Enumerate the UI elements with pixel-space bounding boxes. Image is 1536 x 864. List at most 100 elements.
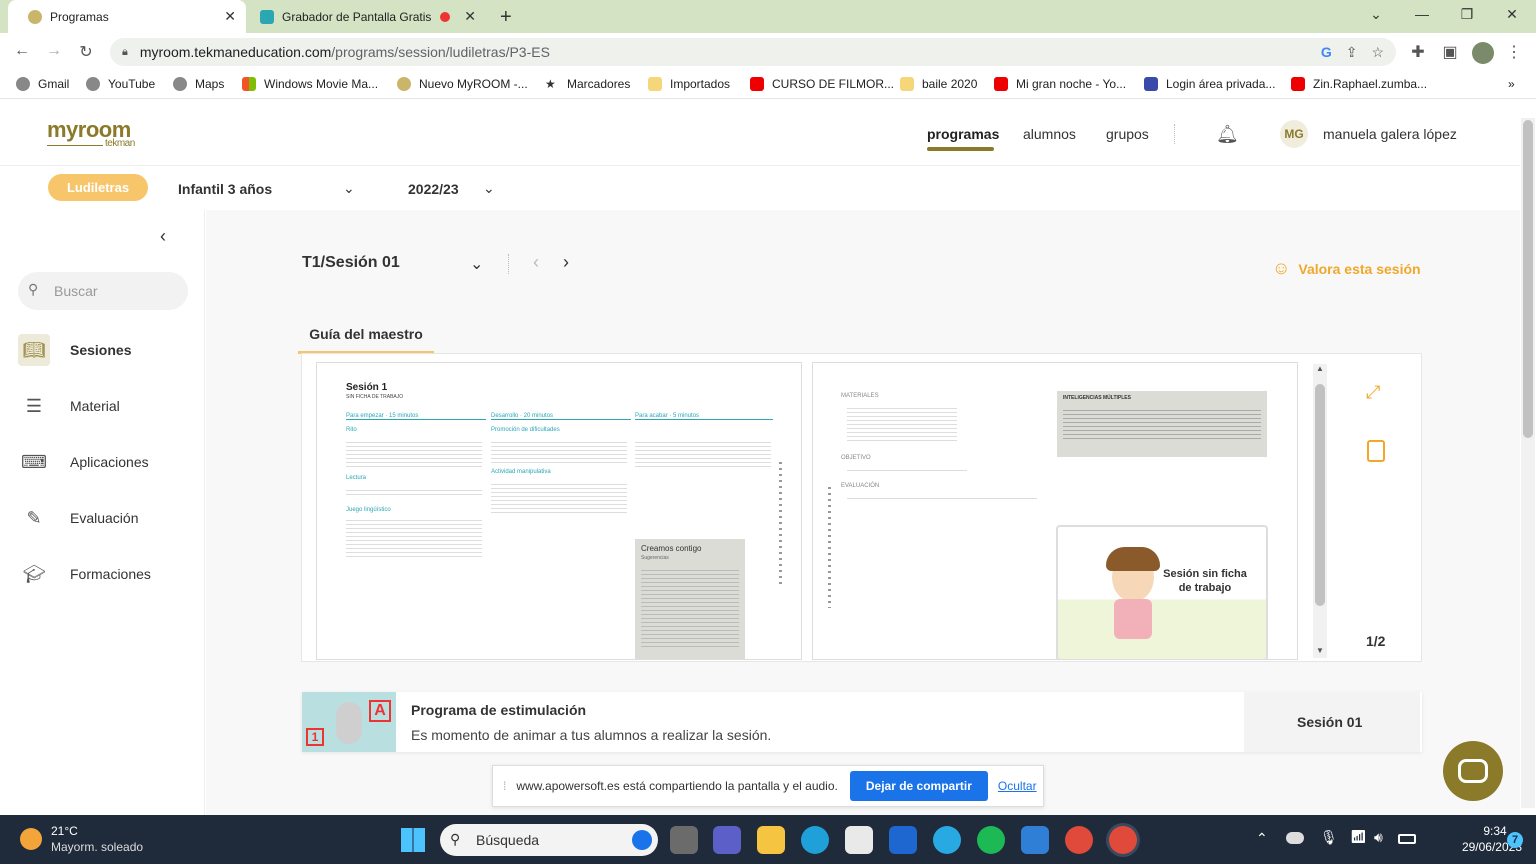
reload-icon[interactable]: ↻ [76, 42, 96, 62]
close-tab-icon[interactable]: ✕ [464, 8, 476, 25]
microphone-icon[interactable]: 🎙︎ [1320, 829, 1338, 846]
restore-icon[interactable]: ❐ [1457, 6, 1477, 23]
chat-button[interactable] [1443, 741, 1503, 801]
tab-guia-del-maestro[interactable]: Guía del maestro [298, 326, 434, 354]
stop-sharing-button[interactable]: Dejar de compartir [849, 771, 988, 801]
doc-section: Rito [346, 427, 357, 433]
battery-icon[interactable] [1398, 834, 1416, 844]
weather-temp[interactable]: 21°C [51, 824, 78, 838]
bookmark-gran-noche[interactable]: Mi gran noche - Yo... [994, 77, 1126, 91]
bookmark-youtube[interactable]: YouTube [86, 77, 155, 91]
tab-programas[interactable]: Programas ✕ [8, 0, 246, 33]
bookmark-filmora[interactable]: CURSO DE FILMOR... [750, 77, 894, 91]
nav-alumnos[interactable]: alumnos [1023, 126, 1076, 142]
address-bar[interactable]: 🔒︎ myroom.tekmaneducation.com/programs/s… [110, 38, 1396, 66]
drag-handle-icon[interactable]: ⁞ [503, 779, 506, 793]
user-avatar[interactable]: MG [1280, 120, 1308, 148]
forward-icon[interactable]: → [44, 42, 64, 60]
doc-section: Promoción de dificultades [491, 427, 560, 433]
bookmark-importados[interactable]: Importados [648, 77, 730, 91]
sidebar-item-evaluacion[interactable]: ✎ Evaluación [18, 500, 138, 536]
fullscreen-icon[interactable]: ⤢ [1366, 382, 1380, 403]
user-name[interactable]: manuela galera lópez [1323, 126, 1457, 142]
volume-icon[interactable]: 🔊︎ [1374, 829, 1383, 846]
sidebar-item-sesiones[interactable]: 📖︎ Sesiones [18, 332, 131, 368]
weather-icon[interactable] [20, 828, 42, 850]
globe-icon [86, 77, 100, 91]
bookmark-windows-movie[interactable]: Windows Movie Ma... [242, 77, 378, 91]
tab-title: Grabador de Pantalla Gratis [282, 9, 432, 24]
bookmark-gmail[interactable]: Gmail [16, 77, 69, 91]
tab-grabador[interactable]: Grabador de Pantalla Gratis ✕ [250, 0, 488, 33]
search-input[interactable]: ⚲ Buscar [18, 272, 188, 310]
hide-link[interactable]: Ocultar [998, 779, 1037, 793]
task-view-icon[interactable] [670, 826, 698, 854]
chevron-down-icon[interactable]: ⌄ [483, 180, 495, 197]
chevron-down-icon[interactable]: ⌄ [470, 254, 483, 274]
year-select[interactable]: 2022/23 [408, 181, 459, 197]
mail-icon[interactable] [1021, 826, 1049, 854]
bookmark-myroom[interactable]: Nuevo MyROOM -... [397, 77, 528, 91]
tray-chevron-icon[interactable]: ⌃ [1256, 830, 1268, 847]
taskbar-search[interactable]: ⚲ Búsqueda [440, 824, 658, 856]
rate-session-button[interactable]: ☺ Valora esta sesión [1272, 258, 1421, 279]
program-pill[interactable]: Ludiletras [48, 174, 148, 201]
side-panel-icon[interactable]: ▣ [1440, 42, 1460, 62]
edge-icon[interactable] [801, 826, 829, 854]
share-icon[interactable]: ⇪ [1346, 44, 1358, 61]
spotify-icon[interactable] [977, 826, 1005, 854]
close-tab-icon[interactable]: ✕ [224, 8, 236, 25]
viewer-scroll-thumb[interactable] [1315, 384, 1325, 606]
scroll-up-icon[interactable]: ▲ [1316, 364, 1324, 373]
next-session-icon[interactable]: › [563, 252, 569, 273]
nav-programas[interactable]: programas [927, 126, 999, 142]
bookmark-zumba[interactable]: Zin.Raphael.zumba... [1291, 77, 1427, 91]
extensions-icon[interactable]: ✚ [1408, 42, 1428, 62]
window-close-icon[interactable]: ✕ [1502, 6, 1522, 23]
file-explorer-icon[interactable] [757, 826, 785, 854]
notification-badge[interactable]: 7 [1507, 832, 1523, 848]
dell-icon[interactable] [889, 826, 917, 854]
scroll-down-icon[interactable]: ▼ [1316, 646, 1324, 655]
sidebar-item-material[interactable]: ☰ Material [18, 388, 120, 424]
nav-grupos[interactable]: grupos [1106, 126, 1149, 142]
bookmark-star-icon[interactable]: ☆ [1371, 44, 1384, 61]
chrome-active-icon[interactable] [1109, 826, 1137, 854]
page-scroll-thumb[interactable] [1523, 120, 1533, 438]
windows-start-icon[interactable] [401, 828, 425, 852]
onedrive-icon[interactable] [1286, 832, 1304, 844]
tab-search-icon[interactable]: ⌄ [1366, 6, 1386, 23]
minimize-icon[interactable]: — [1412, 6, 1432, 22]
chrome-icon[interactable] [1065, 826, 1093, 854]
wifi-icon[interactable]: 📶︎ [1350, 829, 1367, 845]
back-icon[interactable]: ← [12, 42, 32, 60]
collapse-sidebar-icon[interactable]: ‹ [160, 226, 166, 247]
google-translate-icon[interactable]: G [1321, 44, 1332, 60]
new-tab-icon[interactable]: + [500, 6, 512, 29]
prev-session-icon[interactable]: ‹ [533, 252, 539, 273]
bookmark-baile[interactable]: baile 2020 [900, 77, 977, 91]
bell-icon[interactable]: 🔔︎ [1216, 124, 1239, 145]
sidebar-item-aplicaciones[interactable]: ⌨︎ Aplicaciones [18, 444, 149, 480]
session-title[interactable]: T1/Sesión 01 [302, 254, 400, 272]
store-icon[interactable] [845, 826, 873, 854]
profile-avatar[interactable] [1472, 42, 1494, 64]
book-icon: 📖︎ [18, 334, 50, 366]
search-icon: ⚲ [450, 831, 461, 847]
weather-desc[interactable]: Mayorm. soleado [51, 840, 143, 854]
chevron-down-icon[interactable]: ⌄ [343, 180, 355, 197]
level-select[interactable]: Infantil 3 años [178, 181, 272, 197]
puzzle-icon [1144, 77, 1158, 91]
more-bookmarks-icon[interactable]: » [1508, 77, 1515, 91]
smiley-icon: ☺ [1272, 258, 1291, 278]
browser-menu-icon[interactable]: ⋮ [1504, 42, 1524, 62]
skype-icon[interactable] [933, 826, 961, 854]
windows-icon [242, 77, 256, 91]
teams-icon[interactable] [713, 826, 741, 854]
clipboard-icon[interactable] [1367, 440, 1385, 462]
sidebar-item-formaciones[interactable]: 🎓︎ Formaciones [18, 556, 151, 592]
bookmark-login[interactable]: Login área privada... [1144, 77, 1275, 91]
bookmark-marcadores[interactable]: ★ Marcadores [545, 77, 630, 91]
bookmark-maps[interactable]: Maps [173, 77, 224, 91]
myroom-logo[interactable]: myroom tekman [47, 117, 135, 149]
